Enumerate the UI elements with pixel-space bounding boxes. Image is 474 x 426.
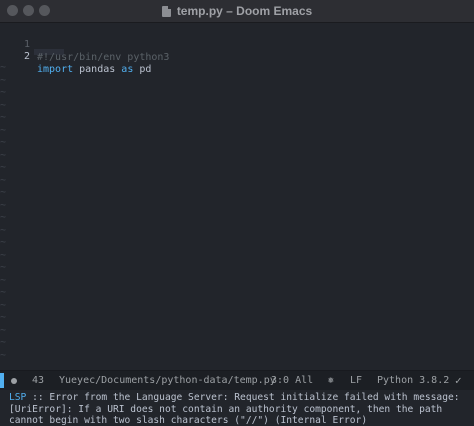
empty-line-marker: ~	[0, 312, 7, 323]
comment-token: #!/usr/bin/env python3	[37, 52, 170, 63]
line-code: import pandas as pd	[37, 63, 151, 76]
empty-line-marker: ~	[0, 350, 7, 361]
code-line[interactable]: 2 import pandas as pd	[0, 37, 474, 75]
echo-message-1: :: Error from the Language Server: Reque…	[26, 392, 460, 403]
line-number: 2	[23, 51, 30, 62]
major-mode[interactable]: Python 3.8.2	[377, 371, 449, 390]
line-ending[interactable]: LF	[350, 371, 362, 390]
window-title: temp.py – Doom Emacs	[176, 4, 313, 18]
cursor-position: 3:0 All	[271, 375, 314, 386]
window-title-wrap: temp.py – Doom Emacs	[0, 0, 474, 22]
lsp-label: LSP	[9, 392, 27, 403]
empty-line-marker: ~	[0, 287, 7, 298]
echo-area: LSP :: Error from the Language Server: R…	[0, 390, 474, 426]
empty-line-marker: ~	[0, 237, 7, 248]
empty-line-marker: ~	[0, 262, 7, 273]
title-bar: temp.py – Doom Emacs	[0, 0, 474, 23]
modeline: 43 Yueyec/Documents/python-data/temp.py …	[0, 370, 474, 390]
empty-line-marker: ~	[0, 87, 7, 98]
file-path[interactable]: Yueyec/Documents/python-data/temp.py	[59, 371, 276, 390]
keyword-token: as	[121, 64, 134, 75]
text-token: pandas	[73, 64, 122, 75]
empty-line-marker: ~	[0, 162, 7, 173]
empty-line-marker: ~	[0, 337, 7, 348]
empty-line-marker: ~	[0, 62, 7, 73]
keyword-token: import	[37, 64, 74, 75]
buffer-state-icon	[11, 378, 17, 384]
empty-line-marker: ~	[0, 187, 7, 198]
echo-line-3: cannot begin with two slash characters (…	[9, 415, 368, 426]
modeline-indicator-bar	[0, 373, 4, 388]
empty-line-marker: ~	[0, 212, 7, 223]
empty-line-marker: ~	[0, 137, 7, 148]
echo-line-2: [UriError]: If a URI does not contain an…	[9, 403, 443, 415]
checkmark-icon[interactable]: ✓	[455, 371, 462, 390]
document-icon	[161, 5, 171, 17]
editor-buffer[interactable]: 1 #!/usr/bin/env python3 2 import pandas…	[0, 23, 474, 370]
empty-line-marker: ~	[0, 112, 7, 123]
line-count: 43	[32, 375, 45, 386]
text-token: pd	[133, 64, 152, 75]
lsp-status-icon[interactable]: ❅	[328, 371, 334, 390]
echo-line-1: LSP :: Error from the Language Server: R…	[9, 392, 460, 404]
